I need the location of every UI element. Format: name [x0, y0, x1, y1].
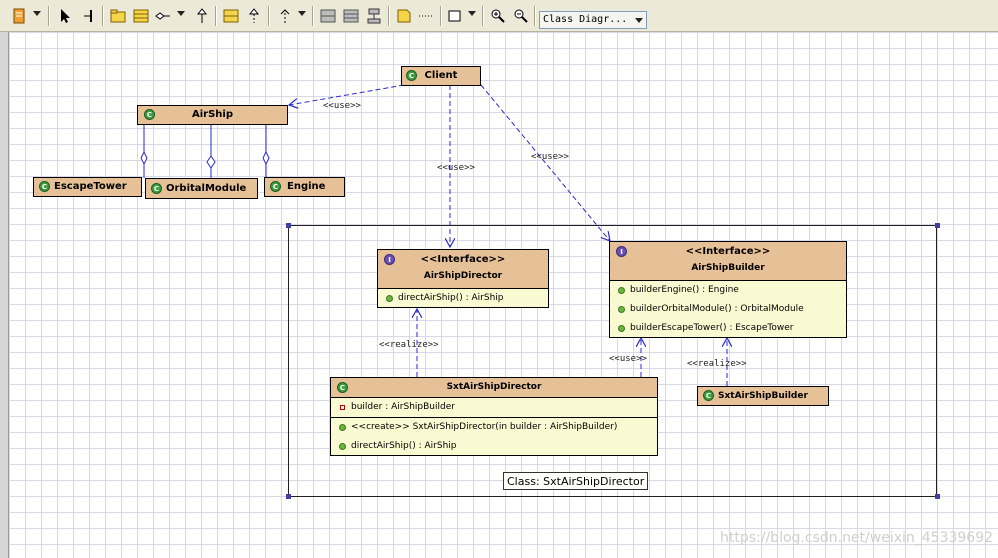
method-label: <<create>> SxtAirShipDirector(in builder… [351, 422, 618, 432]
method-label: builderOrbitalModule() : OrbitalModule [630, 304, 804, 314]
public-icon [618, 287, 625, 294]
class-icon: C [406, 70, 417, 81]
class-orbitalmodule[interactable]: C OrbitalModule [145, 178, 258, 199]
method-section: directAirShip() : AirShip [378, 288, 548, 307]
class-header: C SxtAirShipBuilder [698, 387, 828, 405]
method-item[interactable]: builderEscapeTower() : EscapeTower [610, 319, 846, 338]
stereotype: <<Interface>> [420, 254, 506, 265]
public-icon [386, 295, 393, 302]
class-name: Engine [287, 181, 326, 192]
class-header: C Client [402, 67, 480, 85]
interface-airshipdirector[interactable]: I <<Interface>> AirShipDirector directAi… [377, 249, 549, 308]
interface-icon: I [384, 254, 395, 265]
resize-handle[interactable] [286, 223, 291, 228]
interface-icon: I [616, 246, 627, 257]
client-builder-dependency[interactable] [480, 84, 610, 241]
class-header: C SxtAirShipDirector [331, 378, 657, 397]
class-client[interactable]: C Client [401, 66, 481, 86]
public-icon [618, 325, 625, 332]
method-label: directAirShip() : AirShip [398, 293, 504, 303]
aggregation-diamond [206, 155, 216, 169]
class-sxtairshipbuilder[interactable]: C SxtAirShipBuilder [697, 386, 829, 406]
class-header: I <<Interface>> AirShipBuilder [610, 242, 846, 280]
class-icon: C [144, 109, 155, 120]
class-name: AirShipBuilder [691, 263, 765, 273]
class-header: C OrbitalModule [146, 179, 257, 198]
method-item[interactable]: builderOrbitalModule() : OrbitalModule [610, 300, 846, 319]
class-icon: C [337, 382, 348, 393]
public-icon [339, 424, 346, 431]
class-icon: C [270, 181, 281, 192]
attribute-label: builder : AirShipBuilder [351, 402, 455, 412]
class-airship[interactable]: C AirShip [137, 105, 288, 125]
class-name: AirShip [191, 109, 233, 120]
class-header: C AirShip [138, 106, 287, 124]
resize-handle[interactable] [935, 494, 940, 499]
attribute-section: builder : AirShipBuilder [331, 397, 657, 417]
aggregation-diamond [140, 150, 148, 166]
aggregation-diamond [262, 150, 270, 166]
method-label: builderEscapeTower() : EscapeTower [630, 323, 794, 333]
class-header: C EscapeTower [34, 178, 141, 196]
public-icon [618, 306, 625, 313]
class-name: OrbitalModule [166, 183, 247, 194]
method-item[interactable]: directAirShip() : AirShip [378, 289, 548, 307]
interface-airshipbuilder[interactable]: I <<Interface>> AirShipBuilder builderEn… [609, 241, 847, 338]
method-label: directAirShip() : AirShip [351, 441, 457, 451]
class-name: SxtAirShipBuilder [718, 391, 808, 401]
private-icon [340, 405, 345, 410]
method-section: <<create>> SxtAirShipDirector(in builder… [331, 417, 657, 456]
method-item[interactable]: <<create>> SxtAirShipDirector(in builder… [331, 418, 657, 437]
resize-handle[interactable] [935, 223, 940, 228]
method-item[interactable]: directAirShip() : AirShip [331, 437, 657, 456]
class-name: EscapeTower [54, 181, 127, 192]
method-label: builderEngine() : Engine [630, 285, 739, 295]
class-header: C Engine [265, 178, 344, 196]
class-icon: C [703, 390, 714, 401]
class-name: SxtAirShipDirector [446, 382, 542, 392]
method-section: builderEngine() : Engine builderOrbitalM… [610, 280, 846, 338]
public-icon [339, 443, 346, 450]
resize-handle[interactable] [286, 494, 291, 499]
class-sxtairshipdirector[interactable]: C SxtAirShipDirector builder : AirShipBu… [330, 377, 658, 456]
watermark: https://blog.csdn.net/weixin_45339692 [720, 530, 994, 546]
class-header: I <<Interface>> AirShipDirector [378, 250, 548, 288]
class-icon: C [151, 183, 162, 194]
frame-caption: Class: SxtAirShipDirector [503, 472, 649, 490]
class-engine[interactable]: C Engine [264, 177, 345, 197]
stereotype: <<Interface>> [685, 246, 771, 257]
class-name: AirShipDirector [423, 271, 503, 281]
edge-label: <<use>> [531, 152, 569, 162]
class-icon: C [39, 181, 50, 192]
edge-label: <<use>> [437, 163, 475, 173]
class-escapetower[interactable]: C EscapeTower [33, 177, 142, 197]
attribute-item[interactable]: builder : AirShipBuilder [331, 398, 657, 417]
method-item[interactable]: builderEngine() : Engine [610, 281, 846, 300]
edge-label: <<use>> [323, 101, 361, 111]
